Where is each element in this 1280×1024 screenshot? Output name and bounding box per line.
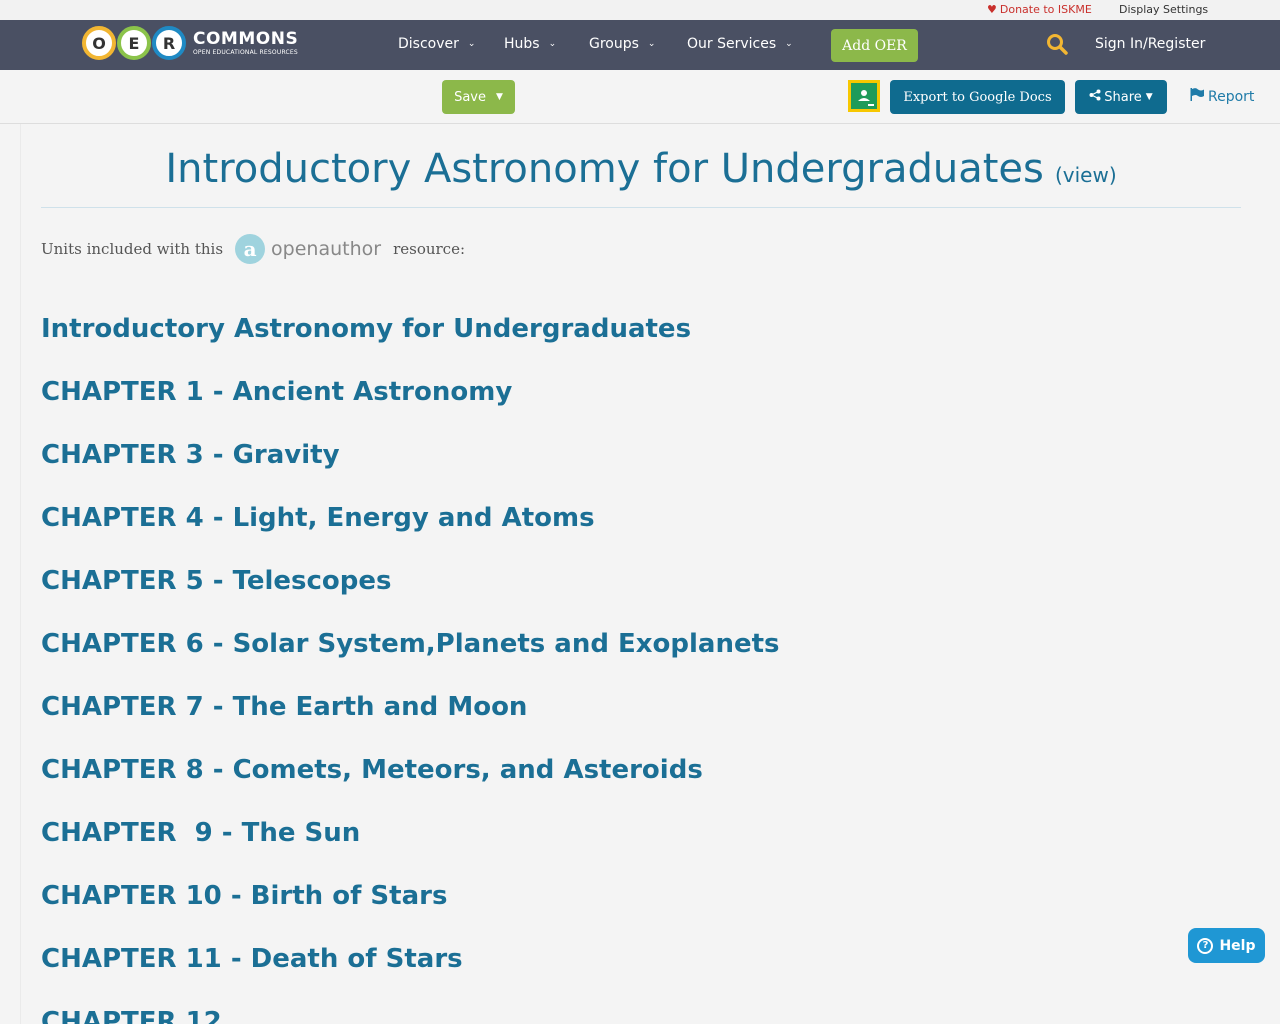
logo-brand-name: COMMONS [193,28,299,49]
title-row: Introductory Astronomy for Undergraduate… [41,146,1241,208]
caret-down-icon: ▼ [1145,92,1153,102]
unit-link[interactable]: CHAPTER 7 - The Earth and Moon [41,692,780,755]
chevron-down-icon: ⌄ [548,39,557,49]
nav-our-services[interactable]: Our Services ⌄ [687,36,793,52]
units-intro: Units included with this a openauthor re… [41,234,465,264]
nav-hubs-label: Hubs [504,36,540,52]
export-google-docs-button[interactable]: Export to Google Docs [890,80,1065,114]
report-link[interactable]: Report [1190,88,1254,105]
units-list: Introductory Astronomy for Undergraduate… [41,314,780,1024]
view-link[interactable]: (view) [1055,163,1117,187]
unit-link[interactable]: CHAPTER 1 - Ancient Astronomy [41,377,780,440]
unit-link[interactable]: CHAPTER 8 - Comets, Meteors, and Asteroi… [41,755,780,818]
nav-groups-label: Groups [589,36,639,52]
google-classroom-icon-inner [851,83,877,109]
nav-discover[interactable]: Discover ⌄ [398,36,475,52]
units-prefix: Units included with this [41,240,224,258]
unit-link[interactable]: CHAPTER 4 - Light, Energy and Atoms [41,503,780,566]
openauthor-logo: a openauthor [235,234,381,264]
unit-link[interactable]: CHAPTER 3 - Gravity [41,440,780,503]
question-icon: ? [1197,937,1214,954]
add-oer-button[interactable]: Add OER [831,29,918,62]
oer-commons-logo[interactable]: O E R COMMONS OPEN EDUCATIONAL RESOURCES [82,25,298,61]
logo-letter-o: O [82,26,116,60]
main-content: Introductory Astronomy for Undergraduate… [20,124,1260,1024]
logo-letter-e: E [117,26,151,60]
share-icon-svg [1089,89,1101,101]
display-settings-link[interactable]: Display Settings [1119,3,1208,16]
heart-icon: ♥ [987,3,997,16]
openauthor-icon: a [235,234,266,264]
sign-in-register-link[interactable]: Sign In/Register [1095,36,1205,52]
search-icon-svg [1047,34,1068,55]
unit-link[interactable]: Introductory Astronomy for Undergraduate… [41,314,780,377]
save-button[interactable]: Save ▼ [442,80,515,114]
chevron-down-icon: ⌄ [785,39,793,49]
page-title: Introductory Astronomy for Undergraduate… [165,146,1044,192]
classroom-person-svg [858,90,874,106]
main-navbar: O E R COMMONS OPEN EDUCATIONAL RESOURCES… [0,20,1280,70]
nav-groups[interactable]: Groups ⌄ [589,36,655,52]
utility-bar: ♥ Donate to ISKME Display Settings [0,0,1280,20]
help-label: Help [1219,937,1256,954]
google-classroom-icon[interactable] [848,80,880,112]
unit-link[interactable]: CHAPTER 12 [41,1007,780,1024]
unit-link[interactable]: CHAPTER 9 - The Sun [41,818,780,881]
share-label: Share [1104,89,1142,105]
logo-tagline: OPEN EDUCATIONAL RESOURCES [193,48,298,56]
logo-letter-r: R [152,26,186,60]
unit-link[interactable]: CHAPTER 5 - Telescopes [41,566,780,629]
donate-link[interactable]: ♥ Donate to ISKME [987,3,1092,16]
nav-hubs[interactable]: Hubs ⌄ [504,36,556,52]
chevron-down-icon: ⌄ [467,39,476,49]
share-button[interactable]: Share ▼ [1075,80,1167,114]
resource-toolbar: Save ▼ Export to Google Docs Share ▼ Rep… [0,70,1280,124]
nav-our-services-label: Our Services [687,36,777,52]
caret-down-icon: ▼ [496,92,503,102]
donate-label: Donate to ISKME [999,3,1092,16]
flag-icon [1190,88,1204,105]
unit-link[interactable]: CHAPTER 6 - Solar System,Planets and Exo… [41,629,780,692]
report-label: Report [1208,88,1255,105]
help-button[interactable]: ? Help [1188,928,1265,963]
logo-brand: COMMONS OPEN EDUCATIONAL RESOURCES [193,28,299,56]
search-icon[interactable] [1046,33,1068,55]
chevron-down-icon: ⌄ [647,39,656,49]
flag-icon-svg [1190,88,1204,101]
units-suffix: resource: [393,240,466,258]
unit-link[interactable]: CHAPTER 11 - Death of Stars [41,944,780,1007]
share-icon [1089,89,1101,105]
nav-discover-label: Discover [398,36,459,52]
unit-link[interactable]: CHAPTER 10 - Birth of Stars [41,881,780,944]
save-label: Save [454,89,486,105]
openauthor-text: openauthor [271,238,382,260]
